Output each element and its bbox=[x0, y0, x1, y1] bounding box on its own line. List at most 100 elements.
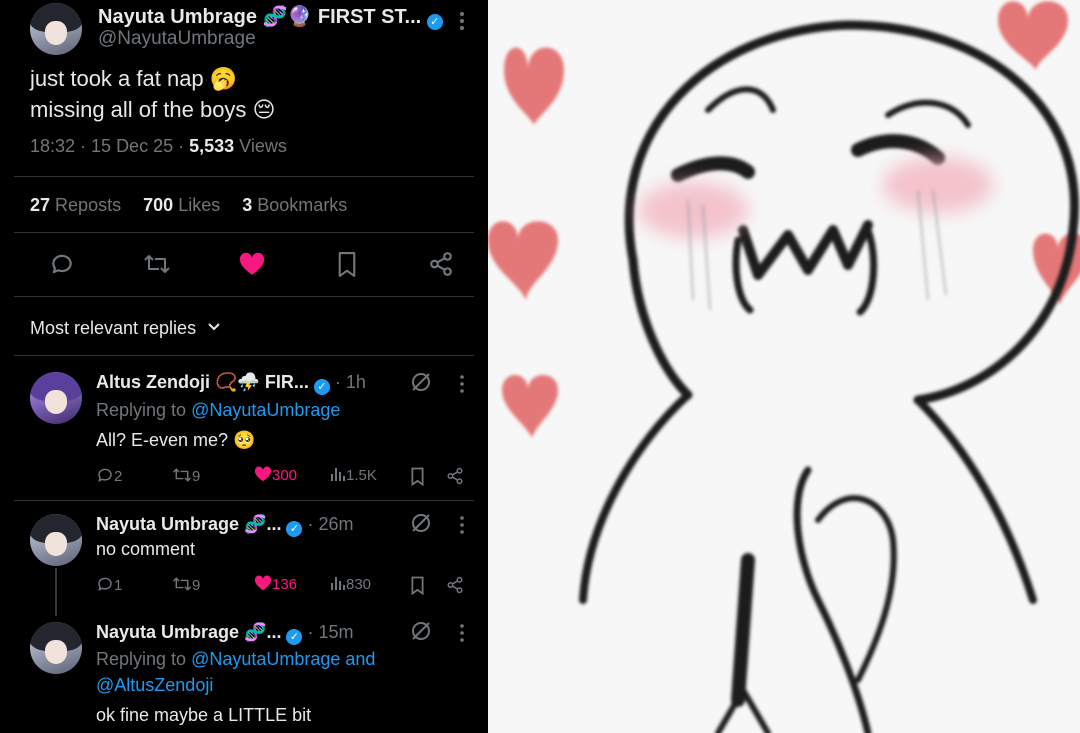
comment-count: 2 bbox=[114, 468, 123, 485]
reply-repost-button[interactable]: 9 bbox=[172, 466, 200, 485]
reply-icon[interactable] bbox=[49, 251, 75, 277]
reply-views-button[interactable]: 1.5K bbox=[330, 466, 377, 484]
views-icon bbox=[331, 468, 345, 481]
more-icon[interactable] bbox=[458, 515, 466, 535]
divider bbox=[14, 296, 474, 297]
bookmark-icon[interactable] bbox=[336, 251, 358, 278]
replying-to: Replying to @NayutaUmbrage and bbox=[96, 649, 375, 670]
likes-count: 700 bbox=[143, 195, 174, 215]
reply-avatar[interactable] bbox=[30, 514, 82, 566]
reply-author-name[interactable]: Nayuta Umbrage 🧬... bbox=[96, 514, 281, 534]
reply-actions: 2 9 300 1.5K bbox=[96, 466, 466, 488]
bookmark-icon[interactable] bbox=[410, 576, 425, 595]
share-icon[interactable] bbox=[428, 251, 454, 277]
crying-doodle-illustration bbox=[488, 0, 1080, 733]
replying-to-prefix: Replying to bbox=[96, 649, 187, 669]
views-label: Views bbox=[239, 136, 287, 156]
reply-author-name[interactable]: Nayuta Umbrage 🧬... bbox=[96, 622, 281, 642]
share-icon[interactable] bbox=[446, 467, 464, 485]
grok-icon[interactable] bbox=[410, 512, 432, 534]
tweet-text-line-1: just took a fat nap 🥱 bbox=[30, 66, 238, 91]
reply-author-name[interactable]: Altus Zendoji 📿⛈️ FIR... bbox=[96, 372, 309, 392]
verified-icon: ✓ bbox=[426, 14, 443, 30]
bookmarks-label: Bookmarks bbox=[257, 195, 348, 215]
grok-icon[interactable] bbox=[410, 620, 432, 642]
reposts-label: Reposts bbox=[55, 195, 122, 215]
repost-icon bbox=[172, 468, 192, 482]
divider bbox=[14, 176, 474, 177]
reply-views-button[interactable]: 830 bbox=[330, 575, 371, 593]
comment-count: 1 bbox=[114, 577, 123, 594]
reply-repost-button[interactable]: 9 bbox=[172, 575, 200, 594]
author-name-text: Nayuta Umbrage 🧬🔮 FIRST ST... bbox=[98, 6, 422, 28]
more-icon[interactable] bbox=[457, 10, 467, 32]
reply-avatar[interactable] bbox=[30, 372, 82, 424]
thread-line bbox=[55, 568, 57, 616]
verified-icon: ✓ bbox=[286, 629, 303, 645]
replying-to: Replying to @NayutaUmbrage bbox=[96, 400, 340, 421]
meme-image bbox=[488, 0, 1080, 733]
tweet-thread-panel: Nayuta Umbrage 🧬🔮 FIRST ST... ✓ @NayutaU… bbox=[0, 0, 488, 733]
reply-header: Nayuta Umbrage 🧬... ✓ · 15m bbox=[96, 622, 354, 645]
more-icon[interactable] bbox=[458, 374, 466, 394]
reply-text: ok fine maybe a LITTLE bit bbox=[96, 705, 312, 725]
likes-stat[interactable]: 700 Likes bbox=[143, 195, 220, 215]
views-count: 5,533 bbox=[189, 136, 235, 156]
replies-header: Most relevant replies bbox=[30, 318, 197, 338]
repost-icon bbox=[172, 577, 192, 591]
reply-avatar[interactable] bbox=[30, 622, 82, 674]
tweet-text-line-2: missing all of the boys 😔 bbox=[30, 97, 276, 122]
more-icon[interactable] bbox=[458, 623, 466, 643]
reply-comment-button[interactable]: 2 bbox=[96, 466, 122, 485]
reply-time[interactable]: · 26m bbox=[308, 514, 354, 534]
like-icon bbox=[254, 575, 272, 591]
tweet-meta: 18:32 · 15 Dec 25 · 5,533 Views bbox=[30, 136, 287, 157]
author-handle[interactable]: @NayutaUmbrage bbox=[98, 28, 256, 50]
like-count: 136 bbox=[272, 576, 298, 593]
repost-count: 9 bbox=[192, 468, 201, 485]
grok-icon[interactable] bbox=[410, 371, 432, 393]
reply-header: Altus Zendoji 📿⛈️ FIR... ✓ · 1h bbox=[96, 372, 366, 395]
reply-text: All? E-even me? 🥺 bbox=[96, 430, 256, 450]
reposts-stat[interactable]: 27 Reposts bbox=[30, 195, 121, 215]
like-icon bbox=[254, 466, 272, 482]
reply-like-button[interactable]: 300 bbox=[254, 466, 297, 484]
likes-label: Likes bbox=[178, 195, 221, 215]
bookmarks-count: 3 bbox=[242, 195, 253, 215]
reply-like-button[interactable]: 136 bbox=[254, 575, 297, 593]
repost-count: 9 bbox=[192, 577, 201, 594]
reply-icon bbox=[98, 468, 112, 482]
tweet-time[interactable]: 18:32 · 15 Dec 25 · bbox=[30, 136, 184, 156]
reply-icon bbox=[98, 577, 112, 591]
reply-comment-button[interactable]: 1 bbox=[96, 575, 122, 594]
views-count: 830 bbox=[346, 576, 372, 593]
divider bbox=[14, 232, 474, 233]
author-name[interactable]: Nayuta Umbrage 🧬🔮 FIRST ST... ✓ bbox=[98, 4, 443, 30]
replying-to-prefix: Replying to bbox=[96, 400, 187, 420]
reply-header: Nayuta Umbrage 🧬... ✓ · 26m bbox=[96, 514, 354, 537]
share-icon[interactable] bbox=[446, 576, 464, 594]
divider bbox=[14, 355, 474, 356]
repost-icon[interactable] bbox=[143, 251, 171, 277]
views-icon bbox=[331, 577, 345, 590]
divider bbox=[14, 500, 474, 501]
views-count: 1.5K bbox=[346, 467, 377, 484]
avatar[interactable] bbox=[30, 3, 82, 55]
replying-to-handle-2[interactable]: @AltusZendoji bbox=[96, 675, 213, 696]
reposts-count: 27 bbox=[30, 195, 51, 215]
replying-to-handle[interactable]: @NayutaUmbrage and bbox=[191, 649, 375, 669]
reply-text: no comment bbox=[96, 539, 196, 559]
replying-to-handle[interactable]: @NayutaUmbrage bbox=[191, 400, 340, 420]
like-icon[interactable] bbox=[238, 252, 266, 276]
bookmarks-stat[interactable]: 3 Bookmarks bbox=[242, 195, 347, 215]
verified-icon: ✓ bbox=[286, 521, 303, 537]
reply-actions: 1 9 136 830 bbox=[96, 575, 466, 597]
bookmark-icon[interactable] bbox=[410, 467, 425, 486]
like-count: 300 bbox=[272, 467, 298, 484]
reply-time[interactable]: · 15m bbox=[308, 622, 354, 642]
verified-icon: ✓ bbox=[313, 379, 330, 395]
engagement-stats: 27 Reposts 700 Likes 3 Bookmarks bbox=[30, 195, 347, 216]
replies-sort-dropdown[interactable]: Most relevant replies bbox=[30, 318, 221, 339]
reply-time[interactable]: · 1h bbox=[335, 372, 366, 392]
chevron-down-icon bbox=[208, 323, 220, 331]
